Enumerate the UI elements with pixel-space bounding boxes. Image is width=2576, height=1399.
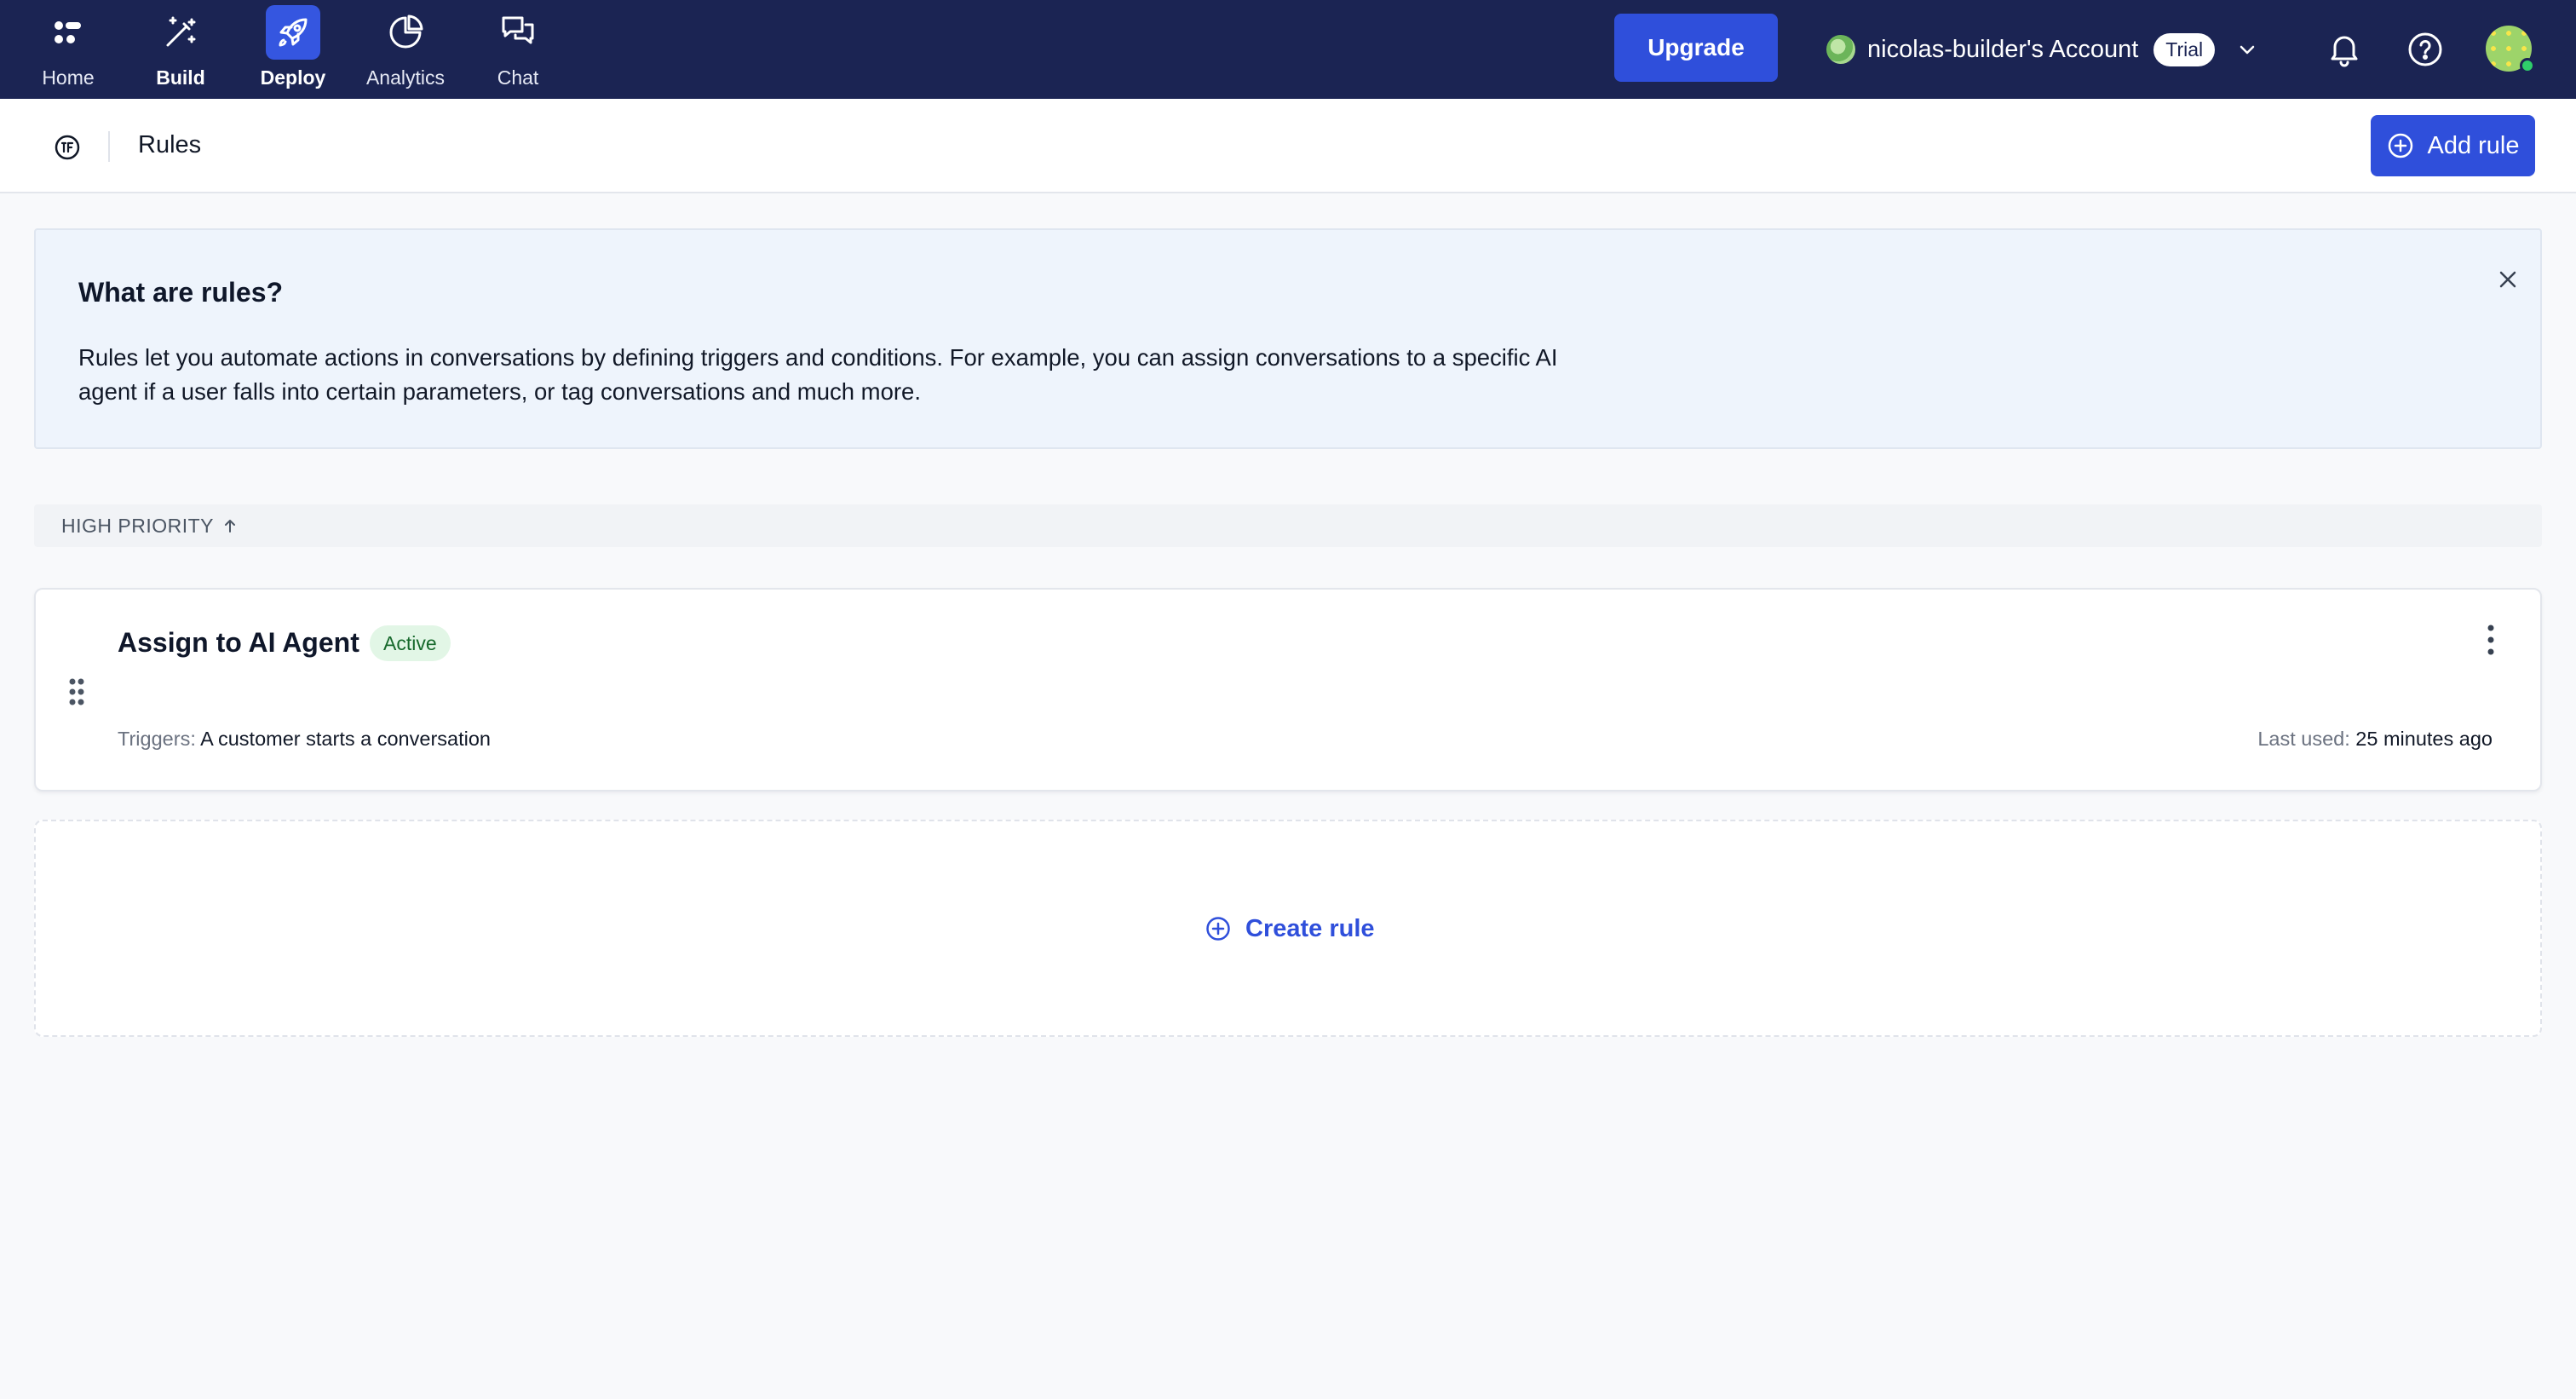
rule-triggers: Triggers: A customer starts a conversati… <box>118 728 491 751</box>
nav-label-home: Home <box>42 66 95 89</box>
triggers-value: A customer starts a conversation <box>200 728 491 750</box>
rule-card[interactable]: Assign to AI Agent Active Triggers: A cu… <box>34 588 2542 792</box>
info-panel: What are rules? Rules let you automate a… <box>34 228 2542 449</box>
close-info-button[interactable] <box>2489 261 2527 298</box>
info-title: What are rules? <box>78 277 284 308</box>
info-description: Rules let you automate actions in conver… <box>78 344 1558 405</box>
home-icon <box>41 5 95 60</box>
plus-circle-icon <box>2389 133 2413 158</box>
last-used-label: Last used: <box>2257 728 2350 750</box>
user-avatar[interactable] <box>2486 26 2535 73</box>
add-rule-label: Add rule <box>2427 131 2520 159</box>
triggers-label: Triggers: <box>118 728 196 750</box>
status-badge: Active <box>370 625 451 661</box>
online-status-indicator <box>2520 58 2535 73</box>
create-rule-placeholder: Create rule <box>34 820 2542 1037</box>
account-logo-icon <box>1826 35 1855 64</box>
more-vertical-icon <box>2487 625 2494 655</box>
rocket-icon <box>266 5 320 60</box>
priority-label: HIGH PRIORITY <box>61 514 215 537</box>
notifications-button[interactable] <box>2317 22 2372 77</box>
nav-item-deploy[interactable]: Deploy <box>237 0 349 99</box>
create-rule-label: Create rule <box>1245 914 1375 942</box>
priority-section-header[interactable]: HIGH PRIORITY <box>34 504 2542 547</box>
page-header: Rules Add rule <box>0 99 2576 193</box>
add-rule-button[interactable]: Add rule <box>2371 115 2535 176</box>
help-button[interactable] <box>2398 22 2452 77</box>
nav-item-build[interactable]: Build <box>124 0 237 99</box>
page-title: Rules <box>138 131 202 158</box>
nav-item-analytics[interactable]: Analytics <box>349 0 462 99</box>
drag-handle-icon[interactable] <box>66 675 87 709</box>
create-rule-button[interactable]: Create rule <box>1205 910 1375 947</box>
rules-logo-icon[interactable] <box>53 133 82 162</box>
upgrade-button[interactable]: Upgrade <box>1614 14 1778 82</box>
nav-label-analytics: Analytics <box>365 66 446 89</box>
last-used-value: 25 minutes ago <box>2355 728 2493 750</box>
pie-chart-icon <box>378 5 433 60</box>
nav-item-home[interactable]: Home <box>12 0 124 99</box>
header-divider <box>108 131 110 162</box>
rule-name: Assign to AI Agent <box>118 627 359 658</box>
close-icon <box>2499 271 2516 288</box>
top-navigation: Home Build Deploy Analytics Chat Upgrade… <box>0 0 2576 99</box>
magic-wand-icon <box>153 5 208 60</box>
nav-label-chat: Chat <box>497 66 539 89</box>
chat-bubbles-icon <box>491 5 545 60</box>
trial-badge: Trial <box>2153 32 2216 66</box>
bell-icon <box>2331 36 2358 67</box>
plus-circle-icon <box>1206 917 1230 941</box>
rule-menu-button[interactable] <box>2474 619 2508 661</box>
account-name: nicolas-builder's Account <box>1867 35 2139 63</box>
nav-item-chat[interactable]: Chat <box>462 0 574 99</box>
help-circle-icon <box>2408 32 2442 66</box>
arrow-up-icon <box>225 520 236 533</box>
chevron-down-icon <box>2240 45 2255 55</box>
account-switcher[interactable]: nicolas-builder's Account Trial <box>1826 24 2259 75</box>
nav-label-build: Build <box>156 66 205 89</box>
rule-last-used: Last used: 25 minutes ago <box>2257 728 2493 751</box>
main-nav: Home Build Deploy Analytics Chat <box>0 0 574 99</box>
nav-label-deploy: Deploy <box>260 66 326 89</box>
